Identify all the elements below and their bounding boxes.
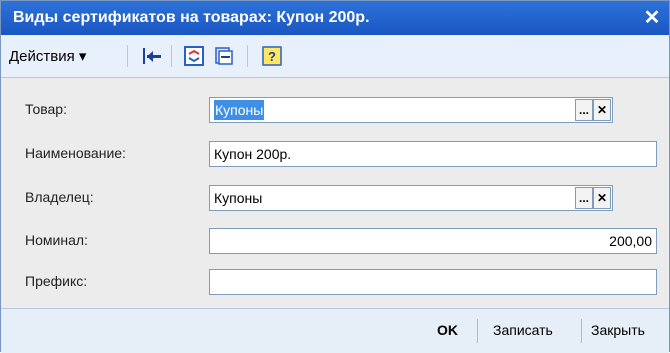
toolbar-separator <box>127 45 128 67</box>
actions-label: Действия <box>9 48 75 65</box>
close-icon[interactable]: ✕ <box>641 7 663 29</box>
footer-separator <box>477 319 478 343</box>
footer-separator <box>581 319 582 343</box>
copy-icon[interactable] <box>213 45 235 67</box>
window-title: Виды сертификатов на товарах: Купон 200р… <box>13 9 370 26</box>
form-area: Товар: Купоны ... ✕ Наименование: Купон … <box>1 78 669 308</box>
refresh-icon[interactable] <box>183 45 205 67</box>
tovar-label: Товар: <box>25 101 67 117</box>
tovar-field[interactable]: Купоны ... ✕ <box>209 97 613 123</box>
name-label: Наименование: <box>25 145 126 161</box>
footer-bar: OK Записать Закрыть <box>1 308 669 353</box>
save-button[interactable]: Записать <box>493 319 553 341</box>
toolbar: Действия ▾ ? <box>1 35 669 78</box>
svg-text:?: ? <box>268 49 276 64</box>
actions-menu[interactable]: Действия ▾ <box>9 47 86 65</box>
help-icon[interactable]: ? <box>261 45 283 67</box>
prefix-field[interactable] <box>209 269 657 295</box>
owner-label: Владелец: <box>25 189 94 205</box>
owner-value: Купоны <box>214 190 263 206</box>
ok-button[interactable]: OK <box>437 319 458 341</box>
select-button[interactable]: ... <box>575 99 593 121</box>
nominal-value: 200,00 <box>609 233 652 249</box>
toolbar-separator <box>247 45 248 67</box>
chevron-down-icon: ▾ <box>78 48 87 65</box>
select-button[interactable]: ... <box>575 187 593 209</box>
name-field[interactable]: Купон 200р. <box>209 141 657 167</box>
title-bar[interactable]: Виды сертификатов на товарах: Купон 200р… <box>1 1 669 35</box>
toolbar-separator <box>171 45 172 67</box>
name-value: Купон 200р. <box>214 146 292 162</box>
tovar-value: Купоны <box>214 100 265 120</box>
nominal-label: Номинал: <box>25 232 88 248</box>
clear-icon[interactable]: ✕ <box>593 99 611 121</box>
prefix-label: Префикс: <box>25 273 88 289</box>
dialog-window: Виды сертификатов на товарах: Купон 200р… <box>0 0 670 353</box>
clear-icon[interactable]: ✕ <box>593 187 611 209</box>
nominal-field[interactable]: 200,00 <box>209 228 657 254</box>
owner-field[interactable]: Купоны ... ✕ <box>209 185 613 211</box>
save-and-close-icon[interactable] <box>141 45 163 67</box>
close-button[interactable]: Закрыть <box>591 319 645 341</box>
